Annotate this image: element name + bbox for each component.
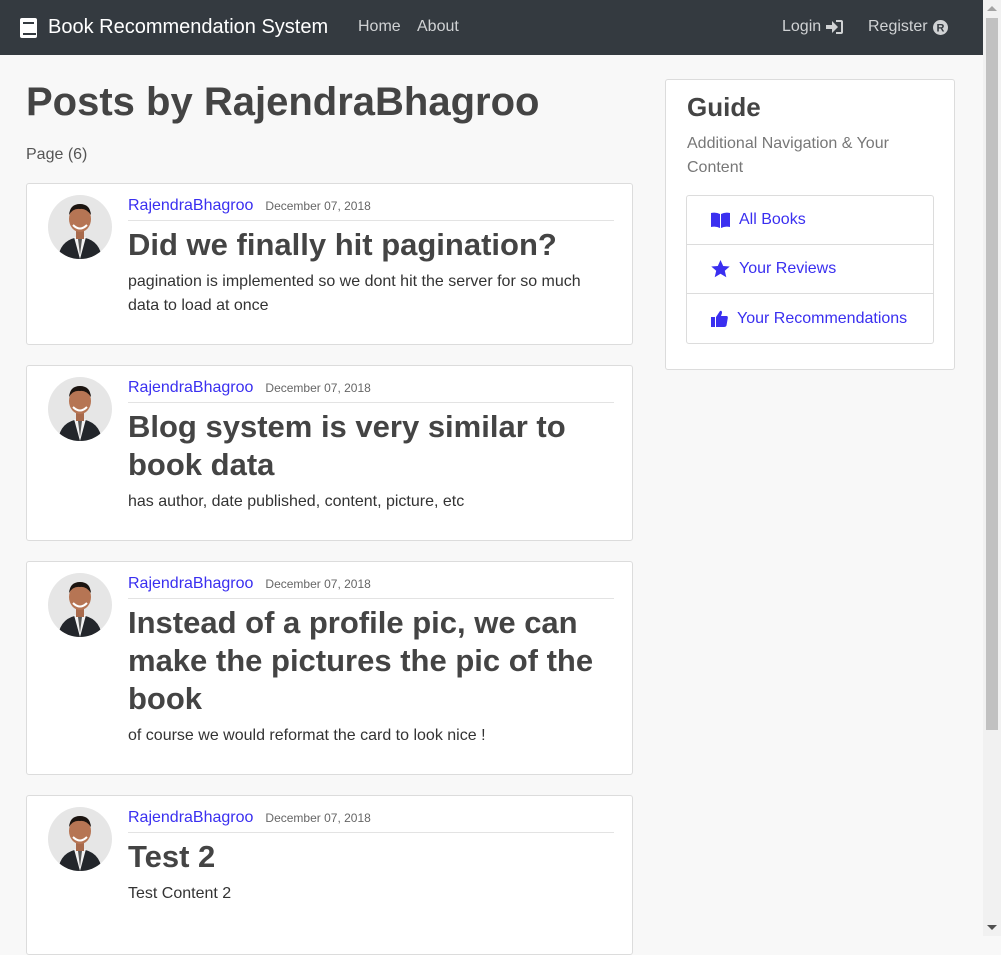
post-date: December 07, 2018 xyxy=(265,381,371,395)
post-meta: RajendraBhagroo December 07, 2018 xyxy=(128,197,614,221)
register-label: Register xyxy=(868,18,928,35)
post-content: Test Content 2 xyxy=(128,885,232,902)
guide-item-label: Your Recommendations xyxy=(737,309,908,327)
post-card: RajendraBhagroo December 07, 2018 Blog s… xyxy=(26,365,633,541)
post-meta: RajendraBhagroo December 07, 2018 xyxy=(128,809,614,833)
sign-in-icon xyxy=(826,20,844,34)
nav-home[interactable]: Home xyxy=(358,18,401,36)
post-date: December 07, 2018 xyxy=(265,811,371,825)
author-link[interactable]: RajendraBhagroo xyxy=(128,379,253,397)
post-meta: RajendraBhagroo December 07, 2018 xyxy=(128,379,614,403)
post-title[interactable]: Did we finally hit pagination? xyxy=(128,226,608,264)
svg-text:R: R xyxy=(936,22,944,34)
star-icon xyxy=(711,260,730,278)
top-navbar: Book Recommendation System Home About Lo… xyxy=(0,0,983,55)
author-link[interactable]: RajendraBhagroo xyxy=(128,575,253,593)
page-indicator: Page (6) xyxy=(26,146,88,163)
author-avatar xyxy=(48,195,112,259)
post-title[interactable]: Blog system is very similar to book data xyxy=(128,408,608,484)
guide-card: Guide Additional Navigation & Your Conte… xyxy=(665,79,955,370)
post-card: RajendraBhagroo December 07, 2018 Test 2… xyxy=(26,795,633,955)
post-meta: RajendraBhagroo December 07, 2018 xyxy=(128,575,614,599)
nav-login[interactable]: Login xyxy=(782,18,844,36)
post-card: RajendraBhagroo December 07, 2018 Instea… xyxy=(26,561,633,775)
scroll-down-arrow-icon[interactable] xyxy=(987,925,997,930)
post-title[interactable]: Instead of a profile pic, we can make th… xyxy=(128,604,608,718)
post-card: RajendraBhagroo December 07, 2018 Did we… xyxy=(26,183,633,345)
author-avatar xyxy=(48,573,112,637)
nav-about[interactable]: About xyxy=(417,18,459,36)
author-link[interactable]: RajendraBhagroo xyxy=(128,809,253,827)
post-content: of course we would reformat the card to … xyxy=(128,727,486,744)
guide-subtitle: Additional Navigation & Your Content xyxy=(687,135,889,176)
brand-link[interactable]: Book Recommendation System xyxy=(19,16,328,39)
scrollbar-thumb[interactable] xyxy=(986,18,998,730)
guide-list: All Books Your Reviews Your Recommendati… xyxy=(686,195,934,344)
author-avatar xyxy=(48,377,112,441)
page-title: Posts by RajendraBhagroo xyxy=(26,80,540,124)
guide-item-label: Your Reviews xyxy=(739,260,837,277)
guide-item-label: All Books xyxy=(739,211,806,228)
author-link[interactable]: RajendraBhagroo xyxy=(128,197,253,215)
guide-title: Guide xyxy=(687,92,761,122)
post-content: pagination is implemented so we dont hit… xyxy=(128,273,581,314)
book-open-icon xyxy=(711,212,730,228)
guide-item-your-recommendations[interactable]: Your Recommendations xyxy=(687,294,933,343)
thumbs-up-icon xyxy=(711,310,728,327)
nav-register[interactable]: Register R xyxy=(868,18,948,36)
guide-item-your-reviews[interactable]: Your Reviews xyxy=(687,245,933,294)
scroll-up-arrow-icon[interactable] xyxy=(987,6,997,11)
post-title[interactable]: Test 2 xyxy=(128,838,608,876)
vertical-scrollbar[interactable] xyxy=(983,0,1001,936)
book-icon xyxy=(20,17,37,38)
post-date: December 07, 2018 xyxy=(265,577,371,591)
brand-label: Book Recommendation System xyxy=(48,16,329,38)
post-date: December 07, 2018 xyxy=(265,199,371,213)
login-label: Login xyxy=(782,18,822,35)
post-content: has author, date published, content, pic… xyxy=(128,493,465,510)
author-avatar xyxy=(48,807,112,871)
registered-icon: R xyxy=(932,19,948,35)
guide-item-all-books[interactable]: All Books xyxy=(687,196,933,245)
